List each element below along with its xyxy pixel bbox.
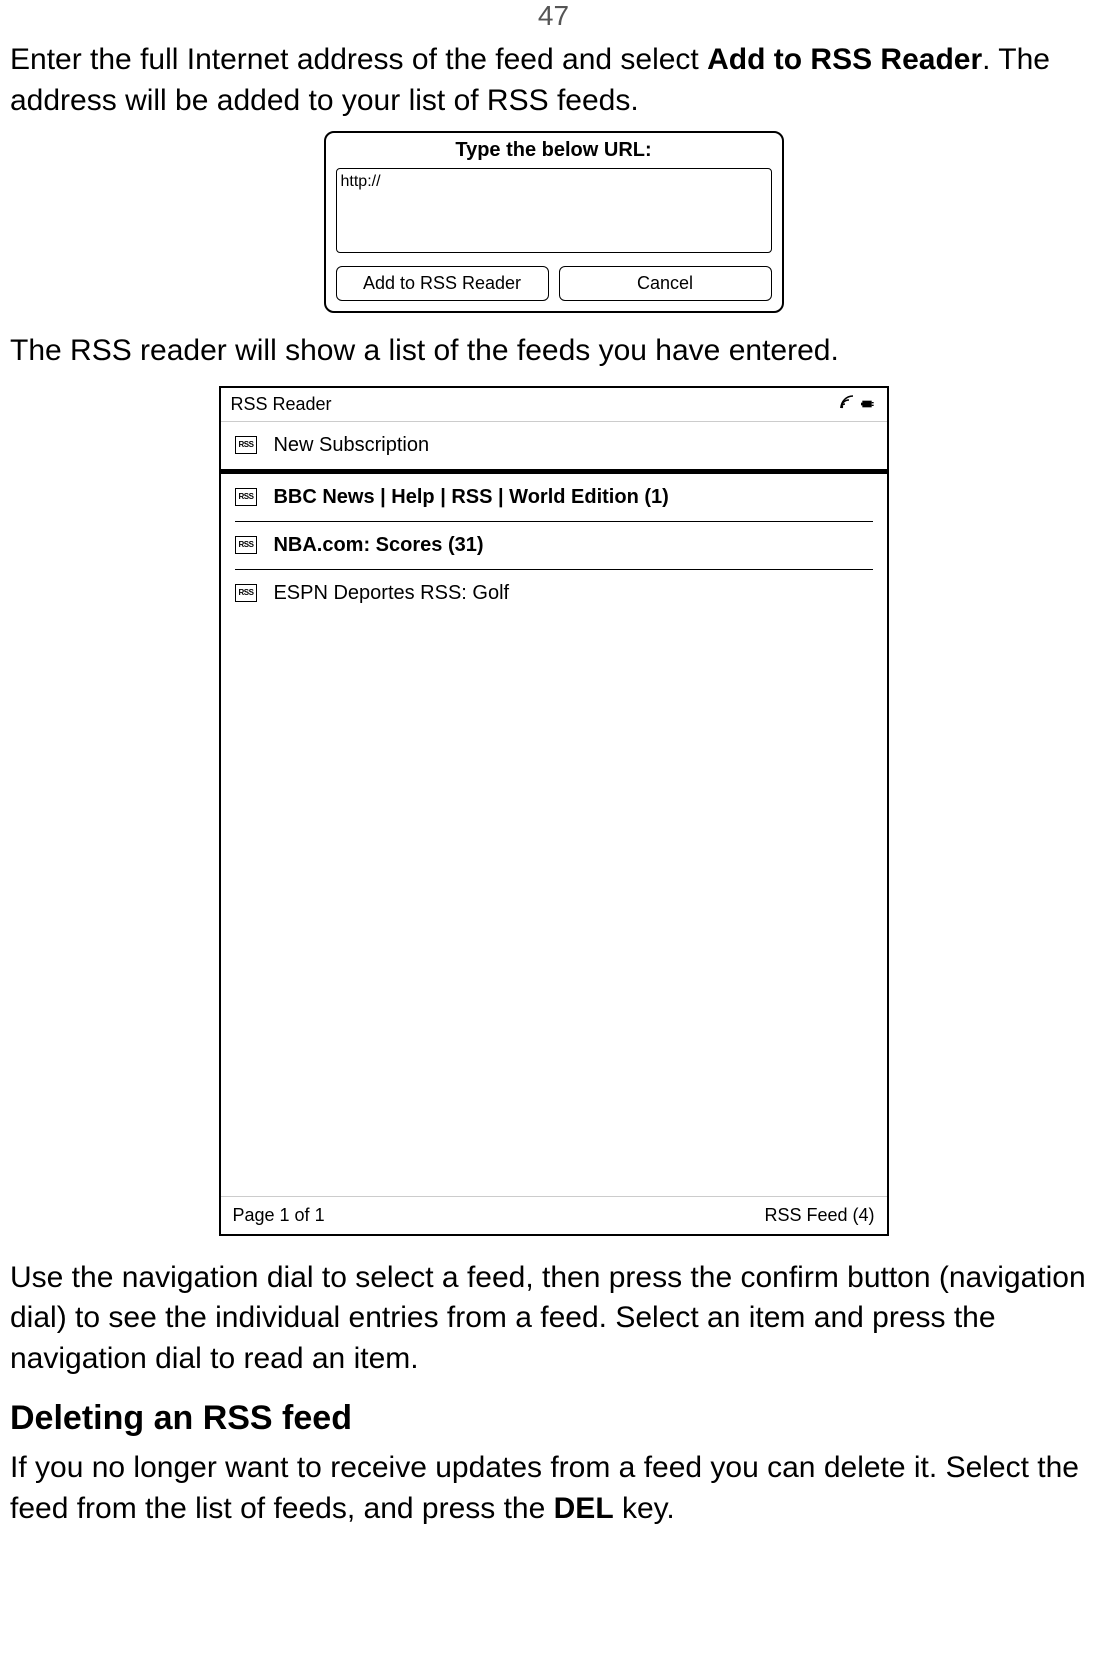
- deleting-text-2: key.: [614, 1492, 675, 1525]
- feed-label: BBC News | Help | RSS | World Edition (1…: [273, 486, 668, 509]
- rss-badge-icon: RSS: [235, 536, 258, 554]
- footer-page-info: Page 1 of 1: [233, 1205, 325, 1226]
- rss-reader-screen: RSS Reader RSS: [219, 386, 889, 1236]
- new-subscription-row[interactable]: RSS New Subscription: [221, 422, 887, 469]
- feed-label: ESPN Deportes RSS: Golf: [273, 582, 509, 605]
- reader-header: RSS Reader: [221, 388, 887, 422]
- deleting-bold: DEL: [554, 1492, 614, 1525]
- dialog-button-row: Add to RSS Reader Cancel: [336, 266, 772, 301]
- deleting-heading: Deleting an RSS feed: [10, 1399, 1097, 1438]
- rss-badge-icon: RSS: [235, 584, 258, 602]
- intro-text-1: Enter the full Internet address of the f…: [10, 43, 707, 76]
- deleting-paragraph: If you no longer want to receive updates…: [10, 1448, 1097, 1529]
- feed-label: NBA.com: Scores (31): [273, 534, 483, 557]
- url-dialog: Type the below URL: Add to RSS Reader Ca…: [324, 131, 784, 313]
- feed-row[interactable]: RSS NBA.com: Scores (31): [221, 522, 887, 569]
- cancel-button[interactable]: Cancel: [559, 266, 772, 301]
- footer-feed-count: RSS Feed (4): [764, 1205, 874, 1226]
- intro-bold-1: Add to RSS Reader: [707, 43, 982, 76]
- url-input[interactable]: [336, 168, 772, 253]
- feed-row[interactable]: RSS ESPN Deportes RSS: Golf: [221, 570, 887, 617]
- wifi-icon: [839, 394, 855, 415]
- new-subscription-label: New Subscription: [273, 434, 429, 457]
- intro-paragraph: Enter the full Internet address of the f…: [10, 40, 1097, 121]
- rss-badge-icon: RSS: [235, 436, 258, 454]
- reader-body: RSS New Subscription RSS BBC News | Help…: [221, 422, 887, 1196]
- page-number: 47: [10, 0, 1097, 32]
- add-to-rss-reader-button[interactable]: Add to RSS Reader: [336, 266, 549, 301]
- dialog-title: Type the below URL:: [336, 139, 772, 162]
- feed-row[interactable]: RSS BBC News | Help | RSS | World Editio…: [221, 474, 887, 521]
- reader-title: RSS Reader: [231, 394, 332, 415]
- plug-icon: [861, 398, 877, 410]
- navigation-instructions: Use the navigation dial to select a feed…: [10, 1258, 1097, 1380]
- reader-footer: Page 1 of 1 RSS Feed (4): [221, 1196, 887, 1234]
- rss-badge-icon: RSS: [235, 488, 258, 506]
- after-dialog-text: The RSS reader will show a list of the f…: [10, 331, 1097, 372]
- deleting-text-1: If you no longer want to receive updates…: [10, 1451, 1079, 1525]
